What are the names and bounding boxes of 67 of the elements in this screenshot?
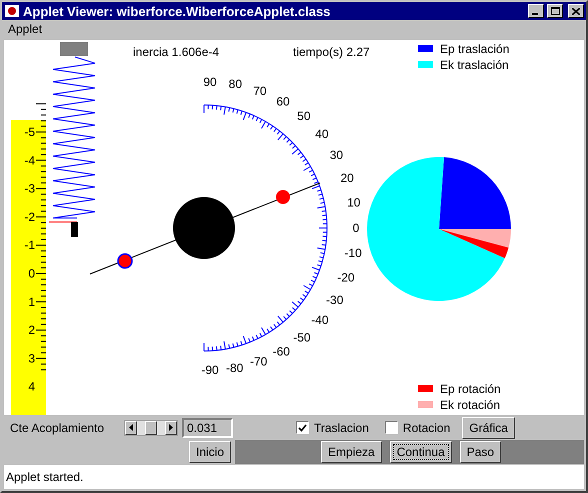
angle-label: -90 [201,363,219,377]
angle-label: 50 [297,109,311,124]
close-button[interactable] [568,4,584,18]
ruler-label: 3 [28,351,35,366]
inertia-reading: inercia 1.606e-4 [133,45,220,59]
angle-label: -70 [250,354,268,369]
app-icon [4,4,20,18]
angle-label: -80 [226,360,244,375]
angle-label: -20 [337,270,355,284]
ruler-label: -3 [24,182,35,196]
rod-weight [117,253,133,269]
run-button[interactable]: Continua [390,441,452,463]
reset-button[interactable]: Inicio [189,441,232,463]
scrollbar[interactable] [124,420,178,436]
ruler-label: -2 [24,210,35,224]
window-title: Applet Viewer: wiberforce.WiberforceApplet.class [23,4,332,18]
time-reading: tiempo(s) 2.27 [293,45,370,59]
status-text: Applet started. [6,470,84,484]
ruler-label: 2 [28,323,35,338]
angle-label: 20 [340,171,354,186]
scroll-right-button[interactable] [165,420,177,434]
ruler-label: -4 [24,153,35,168]
rod-weight [276,190,290,204]
angle-label: -10 [344,246,362,260]
rotor-disc [173,197,235,259]
angle-label: -40 [311,313,329,328]
angle-label: 40 [315,127,329,142]
angle-label: -60 [272,344,290,358]
check-icon [298,424,307,432]
scroll-left-button[interactable] [125,420,137,434]
close-icon [572,8,580,14]
spring-mass [71,222,78,237]
maximize-icon [550,7,560,15]
ruler-label: -5 [24,125,35,139]
run-button[interactable]: Paso [460,441,502,463]
ruler-label: 1 [28,294,35,309]
ruler-label: 0 [28,266,35,280]
coupling-label: Cte Acoplamiento [10,420,106,434]
scroll-thumb[interactable] [145,420,157,434]
angle-label: 10 [347,196,360,210]
checkbox[interactable] [384,421,398,434]
legend-label: Ek rotación [440,398,500,412]
angle-label: 70 [253,84,267,98]
legend-label: Ep rotación [440,382,501,396]
minimize-button[interactable] [528,4,544,18]
angle-label: -50 [293,330,311,344]
angle-label: -30 [326,293,344,307]
menu-item[interactable]: Applet [8,22,42,36]
checkbox-label[interactable]: Rotacion [402,420,450,434]
angle-label: 0 [352,221,360,235]
angle-label: 60 [276,94,290,109]
angle-label: 90 [203,75,217,89]
ruler-label: 4 [28,380,35,394]
right-arrow-icon [169,424,173,431]
legend-label: Ek traslación [440,58,509,72]
ruler-label: -1 [24,238,35,252]
checkbox[interactable] [296,421,309,434]
legend-label: Ep traslación [440,42,510,56]
run-button[interactable]: Empieza [321,441,382,463]
angle-label: 30 [330,148,344,162]
coupling-field[interactable]: 0.031 [182,418,233,438]
chart-button[interactable]: Gráfica [462,416,515,438]
checkbox-label[interactable]: Traslacion [314,420,369,434]
angle-label: 80 [228,77,242,92]
spring-anchor [60,42,88,56]
left-arrow-icon [129,424,133,431]
maximize-button[interactable] [547,4,563,18]
